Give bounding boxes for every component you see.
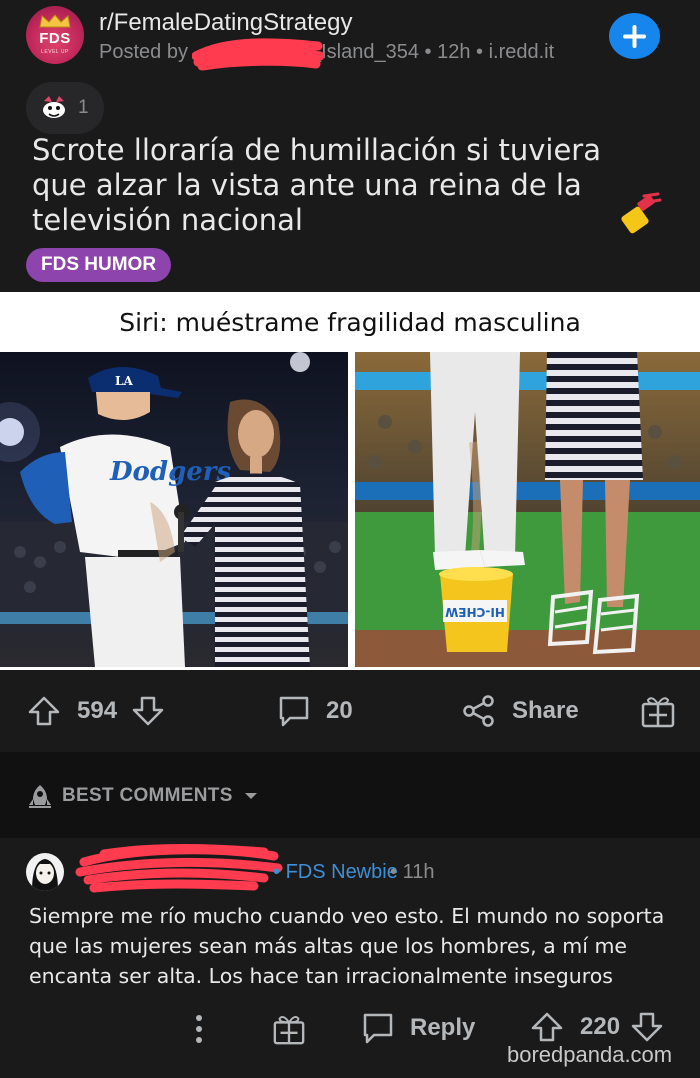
bucket-label: HI-CHEW xyxy=(445,605,505,619)
meme-photo-interview: LA Dodgers xyxy=(0,352,348,667)
post-meta: Posted by l_Island_354 • 12h • i.redd.it xyxy=(99,41,555,63)
comment-age: • 11h xyxy=(390,861,435,883)
gift-icon xyxy=(641,697,675,728)
upvote-count: 594 xyxy=(77,697,118,724)
join-button[interactable] xyxy=(609,13,660,59)
commenter-flair-text: FDS Newbie xyxy=(285,861,398,883)
commenter-flair: • FDS Newbie xyxy=(273,861,398,883)
jersey-logo: Dodgers xyxy=(109,457,231,487)
sort-label-text: BEST COMMENTS xyxy=(62,785,233,806)
post-age: 12h xyxy=(437,41,471,63)
post-image[interactable]: Siri: muéstrame fragilidad masculina LA … xyxy=(0,292,700,670)
award-icon xyxy=(43,96,65,118)
nail-polish-icon xyxy=(621,192,662,234)
comment-vote-count: 220 xyxy=(580,1013,621,1040)
comments-button[interactable]: 20 xyxy=(276,670,353,752)
share-label: Share xyxy=(512,697,579,724)
post-title[interactable]: Scrote lloraría de humillación si tuvier… xyxy=(32,133,622,238)
award-button[interactable] xyxy=(640,670,676,752)
reply-button[interactable]: Reply xyxy=(360,1010,475,1046)
reply-icon xyxy=(363,1013,393,1044)
post-flair[interactable]: FDS HUMOR xyxy=(26,248,172,282)
comment-age-text: 11h xyxy=(402,861,435,883)
meme-caption: Siri: muéstrame fragilidad masculina xyxy=(119,308,581,337)
post-action-bar: 594 20 Share xyxy=(0,670,700,752)
plus-icon xyxy=(623,25,646,48)
cap-logo: LA xyxy=(115,374,133,388)
chevron-down-icon xyxy=(245,792,258,799)
comment-vote-group: 220 xyxy=(530,1010,664,1044)
subreddit-avatar[interactable]: FDS LEVEL UP xyxy=(26,6,84,64)
upvote-icon[interactable] xyxy=(27,694,61,728)
username-redaction-scribble xyxy=(192,38,324,71)
commenter-redaction-scribble xyxy=(75,844,283,893)
subreddit-avatar-subtext: LEVEL UP xyxy=(41,49,69,55)
post-header: FDS LEVEL UP r/FemaleDatingStrategy Post… xyxy=(0,0,700,292)
awards-pill[interactable] xyxy=(26,82,104,134)
rocket-icon xyxy=(29,785,51,808)
commenter-avatar[interactable] xyxy=(26,853,64,891)
downvote-icon[interactable] xyxy=(131,694,165,728)
vote-group: 594 xyxy=(27,670,165,752)
comment-body: Siempre me río mucho cuando veo esto. El… xyxy=(29,904,665,988)
subreddit-avatar-text: FDS xyxy=(39,30,71,47)
sort-label[interactable]: BEST COMMENTS xyxy=(62,785,258,807)
share-button[interactable]: Share xyxy=(462,670,579,752)
share-icon xyxy=(463,695,494,727)
subreddit-name[interactable]: r/FemaleDatingStrategy xyxy=(99,9,352,37)
comment-downvote-icon[interactable] xyxy=(630,1010,664,1044)
crown-icon xyxy=(39,14,71,28)
comment-upvote-icon[interactable] xyxy=(530,1010,564,1044)
post-domain[interactable]: i.redd.it xyxy=(489,41,555,63)
reply-label: Reply xyxy=(410,1014,476,1041)
watermark: boredpanda.com xyxy=(507,1042,673,1067)
comment-icon xyxy=(279,696,309,727)
posted-by-label: Posted by xyxy=(99,41,188,63)
more-options-icon[interactable] xyxy=(193,1013,205,1045)
comment-count: 20 xyxy=(326,697,353,724)
comment-gift-icon[interactable] xyxy=(272,1012,306,1046)
meme-photo-bucket: HI-CHEW xyxy=(355,352,700,667)
award-count: 1 xyxy=(78,97,89,118)
